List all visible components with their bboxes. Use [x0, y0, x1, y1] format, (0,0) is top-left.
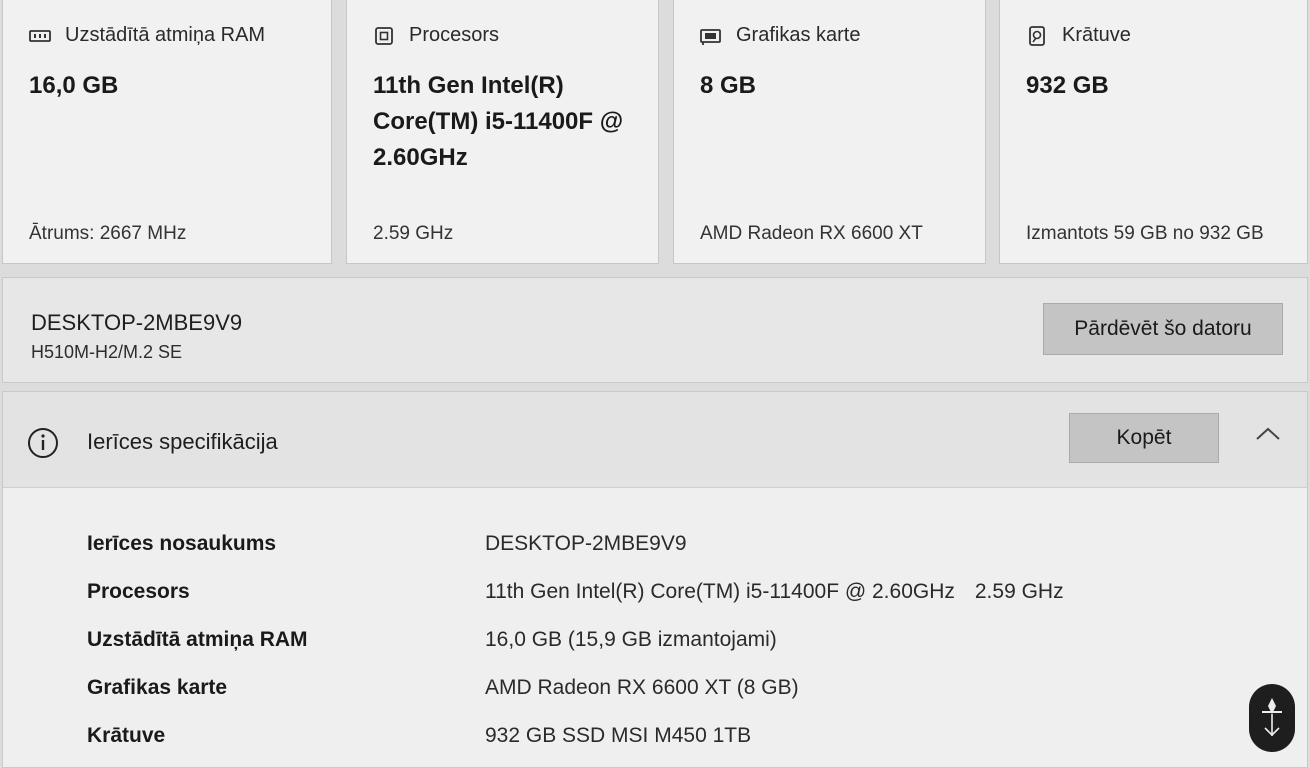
spec-title: Ierīces specifikācija: [87, 429, 278, 454]
card-subtext: Izmantots 59 GB no 932 GB: [1026, 223, 1264, 244]
storage-card: Krātuve 932 GB Izmantots 59 GB no 932 GB: [999, 0, 1308, 264]
spec-label: Ierīces nosaukums: [87, 532, 277, 555]
spec-label: Procesors: [87, 580, 190, 603]
card-header: Krātuve: [1026, 24, 1131, 47]
device-model: H510M-H2/M.2 SE: [31, 342, 183, 362]
spec-value-extra: 2.59 GHz: [974, 580, 1064, 603]
spec-label: Grafikas karte: [87, 676, 228, 699]
spec-value: AMD Radeon RX 6600 XT (8 GB): [485, 676, 799, 699]
card-subtext: AMD Radeon RX 6600 XT: [700, 223, 923, 244]
card-title: Procesors: [409, 24, 500, 46]
storage-icon: [1029, 25, 1045, 46]
spec-header[interactable]: Ierīces specifikācija Kopēt: [3, 392, 1307, 488]
device-name: DESKTOP-2MBE9V9: [31, 310, 243, 335]
watermark-logo: [1249, 684, 1295, 752]
device-specifications-panel: Ierīces specifikācija Kopēt Ierīces nosa…: [2, 391, 1308, 768]
processor-card: Procesors 11th Gen Intel(R) Core(TM) i5-…: [346, 0, 659, 264]
spec-label: Krātuve: [87, 724, 166, 747]
memory-icon: [29, 29, 51, 42]
graphics-card: Grafikas karte 8 GB AMD Radeon RX 6600 X…: [673, 0, 986, 264]
card-subtext: Ātrums: 2667 MHz: [29, 223, 187, 244]
spec-value: 16,0 GB (15,9 GB izmantojami): [485, 628, 777, 651]
info-icon: [28, 428, 58, 458]
card-value: 16,0 GB: [29, 72, 119, 99]
spec-value: 932 GB SSD MSI M450 1TB: [485, 724, 752, 747]
ram-card: Uzstādītā atmiņa RAM 16,0 GB Ātrums: 266…: [2, 0, 332, 264]
card-title: Uzstādītā atmiņa RAM: [65, 24, 266, 46]
spec-label: Uzstādītā atmiņa RAM: [87, 628, 308, 651]
card-value: 8 GB: [700, 72, 757, 99]
spec-value: DESKTOP-2MBE9V9: [485, 532, 687, 555]
card-subtext: 2.59 GHz: [373, 223, 454, 244]
card-title: Grafikas karte: [736, 24, 861, 46]
device-name-bar: DESKTOP-2MBE9V9 H510M-H2/M.2 SE Pārdēvēt…: [2, 277, 1308, 383]
card-title: Krātuve: [1062, 24, 1131, 46]
rename-pc-button[interactable]: Pārdēvēt šo datoru: [1043, 303, 1283, 355]
processor-icon: [375, 26, 393, 45]
card-header: Uzstādītā atmiņa RAM: [29, 24, 265, 47]
graphics-card-icon: [700, 28, 721, 45]
chevron-up-icon[interactable]: [1253, 424, 1283, 444]
copy-button[interactable]: Kopēt: [1069, 413, 1219, 463]
spec-value: 11th Gen Intel(R) Core(TM) i5-11400F @ 2…: [485, 580, 1064, 603]
watermark-icon: [1262, 698, 1282, 737]
card-value: 932 GB: [1026, 72, 1109, 99]
card-value: 11th Gen Intel(R) Core(TM) i5-11400F @ 2…: [373, 72, 624, 171]
card-header: Procesors: [373, 24, 499, 47]
card-header: Grafikas karte: [700, 24, 860, 47]
